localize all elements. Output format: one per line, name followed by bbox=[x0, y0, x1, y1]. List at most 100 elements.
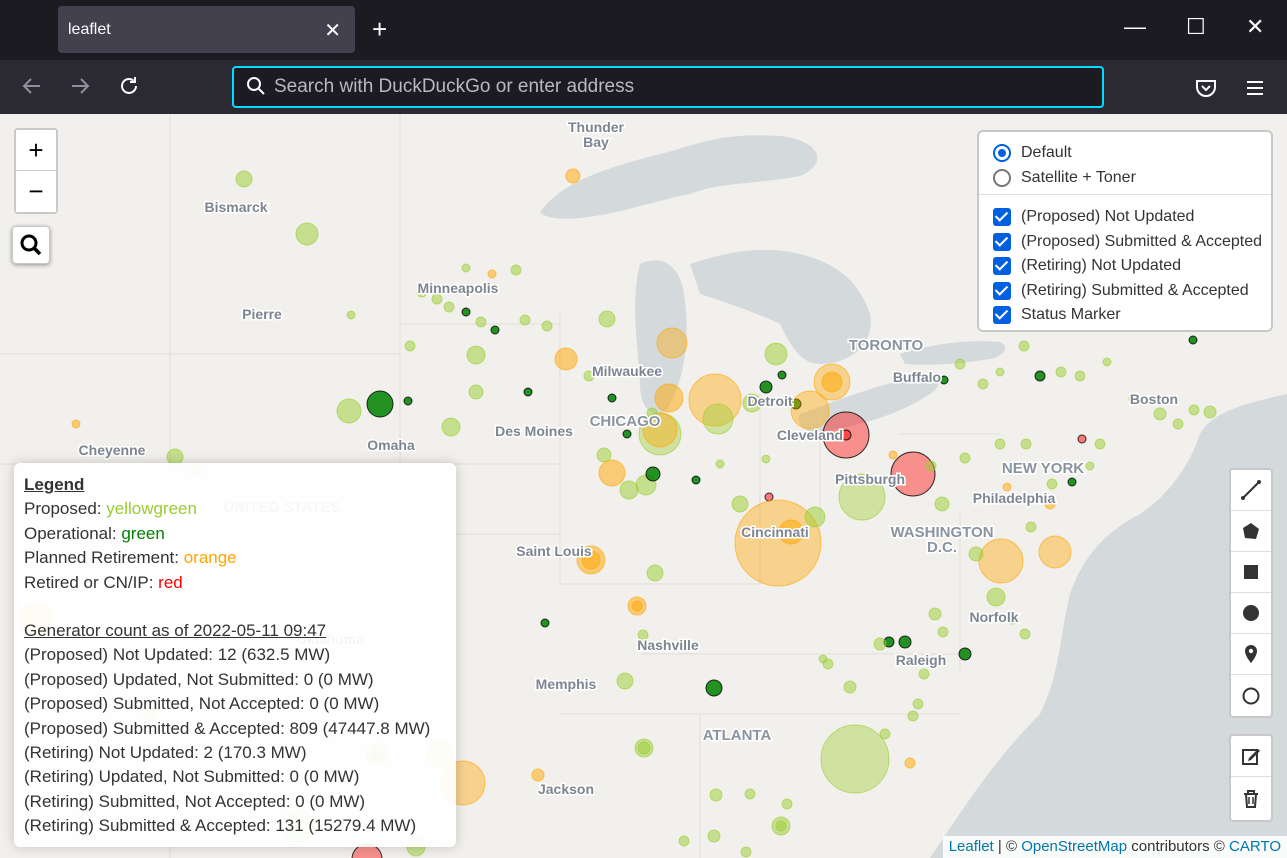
generator-marker[interactable] bbox=[487, 269, 497, 279]
generator-marker[interactable] bbox=[1018, 340, 1030, 352]
carto-link[interactable]: CARTO bbox=[1229, 838, 1281, 855]
generator-marker[interactable] bbox=[912, 698, 924, 710]
draw-circlemarker-button[interactable] bbox=[1231, 675, 1271, 716]
generator-marker[interactable] bbox=[1020, 438, 1032, 450]
generator-marker[interactable] bbox=[691, 475, 701, 485]
generator-marker[interactable] bbox=[705, 679, 723, 697]
generator-marker[interactable] bbox=[1188, 335, 1198, 345]
generator-marker[interactable] bbox=[934, 496, 950, 512]
generator-marker[interactable] bbox=[646, 564, 664, 582]
generator-marker[interactable] bbox=[959, 452, 971, 464]
generator-marker[interactable] bbox=[873, 637, 887, 651]
draw-polyline-button[interactable] bbox=[1231, 470, 1271, 511]
forward-icon[interactable] bbox=[68, 74, 92, 98]
generator-marker[interactable] bbox=[995, 367, 1005, 377]
generator-marker[interactable] bbox=[461, 307, 471, 317]
base-layer-satellite[interactable]: Satellite + Toner bbox=[993, 167, 1136, 189]
menu-icon[interactable] bbox=[1243, 76, 1267, 100]
generator-marker[interactable] bbox=[939, 375, 949, 385]
new-tab-icon[interactable]: + bbox=[372, 14, 387, 44]
generator-marker[interactable] bbox=[740, 846, 752, 858]
generator-marker[interactable] bbox=[336, 398, 362, 424]
generator-marker[interactable] bbox=[925, 460, 937, 472]
generator-marker[interactable] bbox=[468, 384, 484, 400]
back-icon[interactable] bbox=[20, 74, 44, 98]
generator-marker[interactable] bbox=[565, 168, 581, 184]
generator-marker[interactable] bbox=[619, 480, 639, 500]
generator-marker[interactable] bbox=[443, 301, 455, 313]
generator-marker[interactable] bbox=[759, 380, 773, 394]
overlay-retiring-not-updated[interactable]: (Retiring) Not Updated bbox=[993, 255, 1181, 277]
delete-layers-button[interactable] bbox=[1231, 778, 1271, 819]
generator-marker[interactable] bbox=[1046, 478, 1058, 490]
generator-marker[interactable] bbox=[1077, 434, 1087, 444]
base-layer-default[interactable]: Default bbox=[993, 142, 1072, 164]
generator-marker[interactable] bbox=[1055, 366, 1067, 378]
generator-marker[interactable] bbox=[702, 403, 734, 435]
edit-layers-button[interactable] bbox=[1231, 736, 1271, 777]
generator-marker[interactable] bbox=[403, 396, 413, 406]
generator-marker[interactable] bbox=[1074, 370, 1086, 382]
leaflet-link[interactable]: Leaflet bbox=[949, 838, 994, 855]
generator-marker[interactable] bbox=[777, 370, 787, 380]
generator-marker[interactable] bbox=[821, 371, 843, 393]
generator-marker[interactable] bbox=[1203, 405, 1217, 419]
generator-marker[interactable] bbox=[1019, 628, 1031, 640]
generator-marker[interactable] bbox=[709, 788, 723, 802]
generator-marker[interactable] bbox=[764, 342, 788, 366]
generator-marker[interactable] bbox=[986, 587, 1006, 607]
generator-marker[interactable] bbox=[715, 459, 725, 469]
generator-marker[interactable] bbox=[954, 358, 966, 370]
generator-marker[interactable] bbox=[898, 635, 912, 649]
pocket-icon[interactable] bbox=[1194, 76, 1218, 100]
generator-marker[interactable] bbox=[843, 680, 857, 694]
checkbox[interactable] bbox=[993, 306, 1011, 324]
generator-marker[interactable] bbox=[678, 835, 690, 847]
generator-marker[interactable] bbox=[475, 316, 487, 328]
generator-marker[interactable] bbox=[607, 393, 617, 403]
draw-polygon-button[interactable] bbox=[1231, 511, 1271, 552]
generator-marker[interactable] bbox=[466, 345, 486, 365]
generator-marker[interactable] bbox=[937, 626, 949, 638]
osm-link[interactable]: OpenStreetMap bbox=[1021, 838, 1127, 855]
generator-marker[interactable] bbox=[554, 347, 578, 371]
generator-marker[interactable] bbox=[744, 788, 756, 800]
generator-marker[interactable] bbox=[541, 320, 553, 332]
overlay-status-marker[interactable]: Status Marker bbox=[993, 304, 1121, 326]
generator-marker[interactable] bbox=[775, 820, 787, 832]
generator-marker[interactable] bbox=[958, 647, 972, 661]
generator-marker[interactable] bbox=[977, 378, 989, 390]
generator-marker[interactable] bbox=[1067, 477, 1077, 487]
generator-marker[interactable] bbox=[631, 600, 643, 612]
generator-marker[interactable] bbox=[490, 325, 500, 335]
generator-marker[interactable] bbox=[404, 340, 416, 352]
generator-marker[interactable] bbox=[1038, 535, 1072, 569]
generator-marker[interactable] bbox=[523, 387, 533, 397]
generator-marker[interactable] bbox=[1188, 404, 1200, 416]
generator-marker[interactable] bbox=[968, 546, 984, 562]
generator-marker[interactable] bbox=[978, 538, 1024, 584]
maximize-icon[interactable]: ☐ bbox=[1186, 14, 1206, 40]
url-input[interactable] bbox=[274, 72, 1074, 102]
generator-marker[interactable] bbox=[645, 466, 661, 482]
generator-marker[interactable] bbox=[1034, 370, 1046, 382]
overlay-retiring-accepted[interactable]: (Retiring) Submitted & Accepted bbox=[993, 280, 1249, 302]
draw-rectangle-button[interactable] bbox=[1231, 552, 1271, 593]
close-tab-icon[interactable]: ✕ bbox=[324, 18, 341, 43]
draw-circle-button[interactable] bbox=[1231, 593, 1271, 634]
radio-default[interactable] bbox=[993, 144, 1011, 162]
radio-satellite[interactable] bbox=[993, 169, 1011, 187]
generator-marker[interactable] bbox=[1094, 438, 1106, 450]
generator-marker[interactable] bbox=[1025, 521, 1037, 533]
generator-marker[interactable] bbox=[820, 724, 890, 794]
checkbox[interactable] bbox=[993, 208, 1011, 226]
overlay-proposed-not-updated[interactable]: (Proposed) Not Updated bbox=[993, 206, 1194, 228]
generator-marker[interactable] bbox=[1172, 418, 1184, 430]
generator-marker[interactable] bbox=[918, 668, 930, 680]
generator-marker[interactable] bbox=[616, 672, 634, 690]
generator-marker[interactable] bbox=[764, 492, 774, 502]
draw-marker-button[interactable] bbox=[1231, 634, 1271, 675]
generator-marker[interactable] bbox=[346, 310, 356, 320]
generator-marker[interactable] bbox=[531, 768, 545, 782]
browser-tab[interactable]: leaflet ✕ bbox=[58, 6, 355, 53]
